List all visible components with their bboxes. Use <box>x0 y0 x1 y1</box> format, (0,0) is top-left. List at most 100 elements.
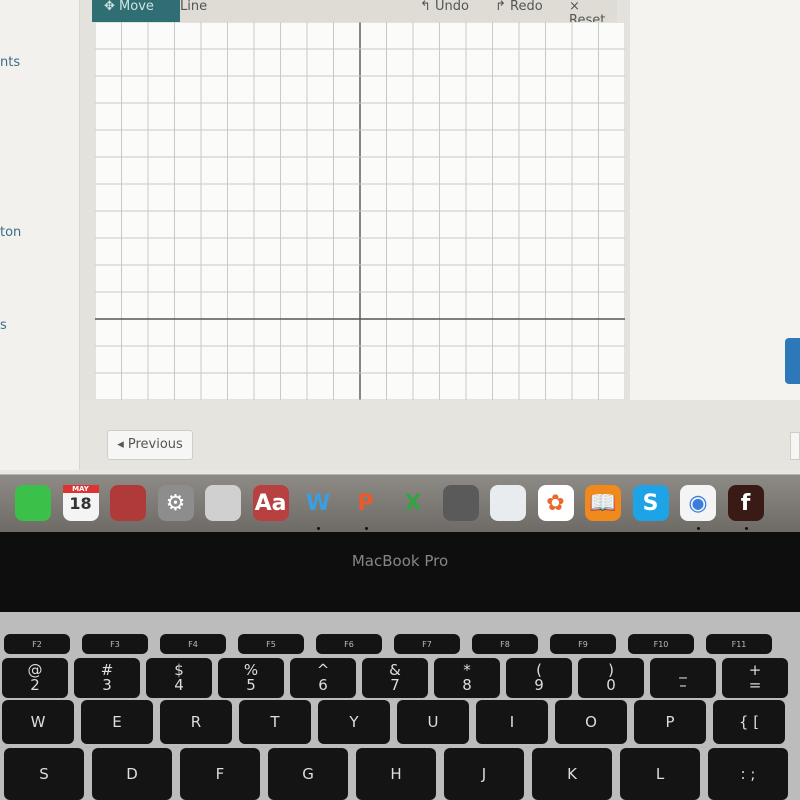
key-label: I <box>509 712 515 731</box>
undo-button[interactable]: ↰ Undo <box>420 0 469 14</box>
key-label: F5 <box>266 639 276 649</box>
number-key[interactable]: % 5 <box>218 658 284 698</box>
function-key[interactable]: F8 <box>472 634 538 654</box>
key-label: F10 <box>653 639 669 649</box>
letter-key[interactable]: L <box>620 748 700 800</box>
function-key[interactable]: F3 <box>82 634 148 654</box>
key-label: { [ <box>738 712 760 731</box>
number-key[interactable]: $4 <box>146 658 212 698</box>
chrome-icon[interactable]: ◉ <box>680 485 716 521</box>
number-key[interactable]: (9 <box>506 658 572 698</box>
number-key[interactable]: #3 <box>74 658 140 698</box>
close-icon: × <box>569 0 580 14</box>
previous-button[interactable]: ◂ Previous <box>107 430 193 460</box>
letter-key[interactable]: F <box>180 748 260 800</box>
letter-key[interactable]: S <box>4 748 84 800</box>
ibooks-icon[interactable]: 📖 <box>585 485 621 521</box>
number-key[interactable]: * 8 <box>434 658 500 698</box>
bezel <box>0 532 800 612</box>
letter-key[interactable]: J <box>444 748 524 800</box>
letter-key[interactable]: E <box>81 700 153 744</box>
key-label: F11 <box>731 639 747 649</box>
app-glyph: P <box>357 490 374 516</box>
flash-icon[interactable]: f <box>727 485 764 521</box>
function-key[interactable]: F5 <box>238 634 304 654</box>
right-panel <box>630 0 800 400</box>
letter-key[interactable]: : ; <box>708 748 788 800</box>
photo-booth-icon[interactable] <box>110 485 146 521</box>
calendar-icon[interactable]: 18 MAY <box>62 485 99 521</box>
function-key[interactable]: F11 <box>706 634 772 654</box>
coordinate-grid[interactable] <box>95 22 625 400</box>
key-label: U <box>427 712 439 731</box>
number-key[interactable]: + = <box>722 658 788 698</box>
key-label: 9 <box>534 676 544 694</box>
redo-button[interactable]: ↱ Redo <box>495 0 543 14</box>
move-tool-button[interactable]: ✥ Move <box>92 0 180 22</box>
key-label: O <box>585 712 597 731</box>
letter-key[interactable]: D <box>92 748 172 800</box>
key-label: F9 <box>578 639 588 649</box>
screen: nts ton s ✥ Move Line ↰ Undo ↱ Redo × Re… <box>0 0 800 530</box>
number-key[interactable]: @2 <box>2 658 68 698</box>
running-indicator <box>364 527 368 530</box>
number-key[interactable]: ) 0 <box>578 658 644 698</box>
facetime-icon[interactable] <box>15 485 51 521</box>
calculator-icon[interactable] <box>442 485 479 521</box>
photos-icon[interactable]: ✿ <box>537 485 574 521</box>
number-key[interactable]: & 7 <box>362 658 428 698</box>
app-glyph: ⚙ <box>165 490 186 516</box>
key-label: L <box>655 764 665 783</box>
excel-icon[interactable]: X <box>395 485 431 521</box>
function-key[interactable]: F6 <box>316 634 382 654</box>
side-button[interactable] <box>785 338 800 384</box>
preview-icon[interactable] <box>490 485 526 521</box>
key-label: F2 <box>32 639 42 649</box>
app-glyph: ◉ <box>688 490 708 516</box>
key-label: W <box>30 712 46 731</box>
function-key[interactable]: F10 <box>628 634 694 654</box>
undo-icon: ↰ <box>420 0 436 14</box>
letter-key[interactable]: R <box>160 700 232 744</box>
key-label: : ; <box>740 764 756 783</box>
key-label: – <box>679 676 687 694</box>
letter-key[interactable]: O <box>555 700 627 744</box>
key-label: R <box>190 712 202 731</box>
app-glyph: X <box>404 490 422 516</box>
calendar-month: MAY <box>62 485 99 493</box>
number-key[interactable]: ^ 6 <box>290 658 356 698</box>
letter-key[interactable]: U <box>397 700 469 744</box>
key-label: D <box>126 764 138 783</box>
dvd-player-icon[interactable] <box>205 485 241 521</box>
letter-key[interactable]: P <box>634 700 706 744</box>
function-key[interactable]: F4 <box>160 634 226 654</box>
key-label: 0 <box>606 676 616 694</box>
word-icon[interactable]: W <box>300 485 336 521</box>
gear-icon[interactable]: ⚙ <box>157 485 194 521</box>
skype-icon[interactable]: S <box>632 485 669 521</box>
number-key[interactable]: _ – <box>650 658 716 698</box>
key-label: S <box>39 764 49 783</box>
sidebar-fragment[interactable]: ton <box>0 225 21 240</box>
dictionary-icon[interactable]: Aa <box>252 485 289 521</box>
function-key[interactable]: F9 <box>550 634 616 654</box>
function-key[interactable]: F2 <box>4 634 70 654</box>
letter-key[interactable]: Y <box>318 700 390 744</box>
letter-key[interactable]: W <box>2 700 74 744</box>
letter-key[interactable]: K <box>532 748 612 800</box>
letter-key[interactable]: { [ <box>713 700 785 744</box>
line-tool-button[interactable]: Line <box>180 0 207 14</box>
key-label: 5 <box>246 676 256 694</box>
key-label: K <box>567 764 577 783</box>
key-label: F6 <box>344 639 354 649</box>
powerpoint-icon[interactable]: P <box>348 485 384 521</box>
sidebar-fragment[interactable]: nts <box>0 55 20 70</box>
key-label: G <box>302 764 314 783</box>
sidebar-fragment[interactable]: s <box>0 318 7 333</box>
letter-key[interactable]: I <box>476 700 548 744</box>
function-key[interactable]: F7 <box>394 634 460 654</box>
letter-key[interactable]: G <box>268 748 348 800</box>
letter-key[interactable]: H <box>356 748 436 800</box>
letter-key[interactable]: T <box>239 700 311 744</box>
next-button[interactable] <box>790 432 800 460</box>
